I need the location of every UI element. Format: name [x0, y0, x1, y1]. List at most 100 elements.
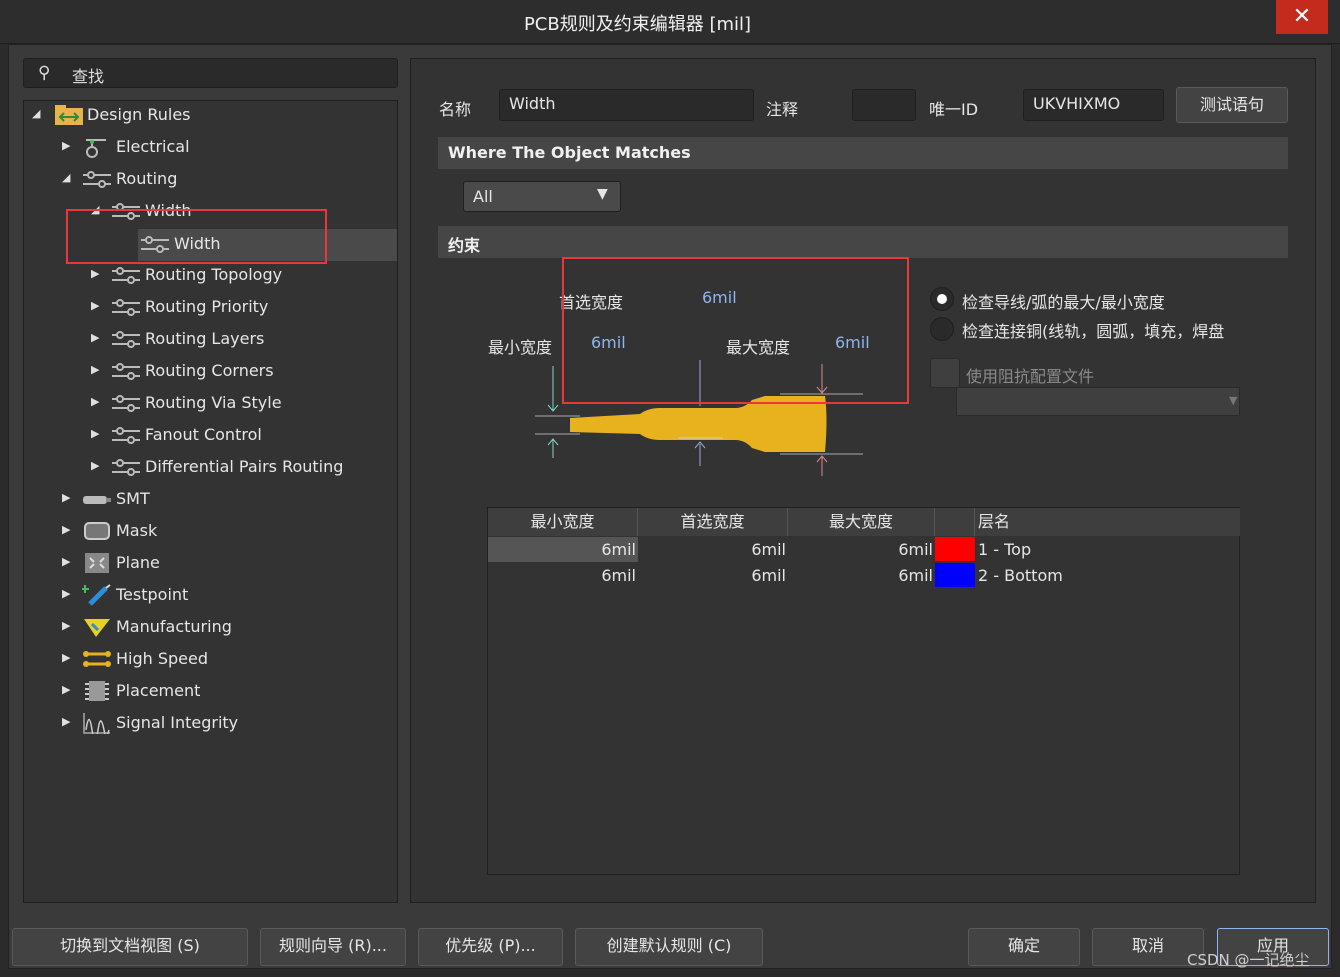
column-header-pref[interactable]: 首选宽度: [638, 508, 788, 536]
row-min[interactable]: 6mil: [488, 537, 636, 563]
tree-item-routing-topology[interactable]: ▶ Routing Topology: [89, 260, 389, 290]
tree-item-label: SMT: [116, 489, 150, 508]
tree-item-label: Routing Via Style: [145, 393, 282, 412]
priority-button[interactable]: 优先级 (P)...: [418, 928, 563, 966]
impedance-checkbox[interactable]: [930, 358, 960, 388]
testpoint-icon: [82, 584, 111, 606]
name-label: 名称: [439, 100, 472, 119]
comment-input[interactable]: [852, 89, 916, 121]
create-default-rules-button[interactable]: 创建默认规则 (C): [575, 928, 763, 966]
option-check-copper-label: 检查连接铜(线轨，圆弧，填充，焊盘: [962, 322, 1225, 341]
tree-item-signal-integrity[interactable]: ▶ Signal Integrity: [60, 708, 360, 738]
tree-item-placement[interactable]: ▶ Placement: [60, 676, 360, 706]
layer-color-swatch: [935, 563, 975, 587]
tree-item-label: Placement: [116, 681, 201, 700]
comment-label: 注释: [766, 100, 799, 119]
rule-wizard-button[interactable]: 规则向导 (R)...: [260, 928, 406, 966]
name-input[interactable]: Width: [499, 89, 754, 121]
plane-icon: [85, 553, 109, 573]
expand-arrow-icon[interactable]: ▶: [91, 363, 99, 376]
expand-arrow-icon[interactable]: ▶: [91, 299, 99, 312]
tree-item-testpoint[interactable]: ▶ Testpoint: [60, 580, 360, 610]
match-dropdown-value: All: [473, 187, 493, 206]
expand-arrow-icon[interactable]: ▶: [91, 427, 99, 440]
tree-item-routing-corners[interactable]: ▶ Routing Corners: [89, 356, 389, 386]
impedance-label: 使用阻抗配置文件: [966, 367, 1095, 386]
high-speed-icon: [83, 651, 111, 667]
radio-check-width[interactable]: [930, 287, 954, 311]
tree-item-high-speed[interactable]: ▶ High Speed: [60, 644, 360, 674]
column-header-min[interactable]: 最小宽度: [488, 508, 638, 536]
radio-check-copper[interactable]: [930, 317, 954, 341]
tree-item-label: Electrical: [116, 137, 190, 156]
match-dropdown[interactable]: All ▼: [463, 181, 621, 212]
row-max[interactable]: 6mil: [788, 563, 933, 589]
row-max[interactable]: 6mil: [788, 537, 933, 563]
uid-input[interactable]: UKVHIXMO: [1023, 89, 1164, 121]
routing-icon: [112, 267, 140, 284]
routing-icon: [112, 299, 140, 316]
routing-icon: [112, 427, 140, 444]
expand-arrow-icon[interactable]: ▶: [91, 331, 99, 344]
collapse-arrow-icon[interactable]: ◢: [32, 107, 40, 120]
tree-item-diff-pairs-routing[interactable]: ▶ Differential Pairs Routing: [89, 452, 389, 482]
routing-icon: [83, 171, 111, 188]
tree-item-routing-layers[interactable]: ▶ Routing Layers: [89, 324, 389, 354]
expand-arrow-icon[interactable]: ▶: [62, 651, 70, 664]
tree-item-mask[interactable]: ▶ Mask: [60, 516, 360, 546]
signal-integrity-icon: [83, 713, 110, 734]
tree-item-label: Routing Priority: [145, 297, 269, 316]
expand-arrow-icon[interactable]: ▶: [62, 683, 70, 696]
expand-arrow-icon[interactable]: ▶: [62, 555, 70, 568]
tree-item-routing-via-style[interactable]: ▶ Routing Via Style: [89, 388, 389, 418]
row-pref[interactable]: 6mil: [638, 537, 786, 563]
expand-arrow-icon[interactable]: ▶: [91, 395, 99, 408]
row-pref[interactable]: 6mil: [638, 563, 786, 589]
expand-arrow-icon[interactable]: ▶: [91, 267, 99, 280]
search-input[interactable]: 查找: [72, 63, 104, 87]
search-icon: ⚲: [38, 63, 51, 83]
row-min[interactable]: 6mil: [488, 563, 636, 589]
tree-item-routing-priority[interactable]: ▶ Routing Priority: [89, 292, 389, 322]
tree-item-label: Differential Pairs Routing: [145, 457, 344, 476]
expand-arrow-icon[interactable]: ▶: [91, 459, 99, 472]
column-header-max[interactable]: 最大宽度: [788, 508, 935, 536]
column-header-color[interactable]: [935, 508, 975, 536]
tree-item-fanout-control[interactable]: ▶ Fanout Control: [89, 420, 389, 450]
collapse-arrow-icon[interactable]: ◢: [62, 171, 70, 184]
tree-item-label: High Speed: [116, 649, 209, 668]
tree-item-label: Signal Integrity: [116, 713, 239, 732]
routing-icon: [112, 363, 140, 380]
mask-icon: [84, 522, 110, 540]
switch-document-view-button[interactable]: 切换到文档视图 (S): [12, 928, 248, 966]
expand-arrow-icon[interactable]: ▶: [62, 139, 70, 152]
expand-arrow-icon[interactable]: ▶: [62, 587, 70, 600]
ok-button[interactable]: 确定: [968, 928, 1080, 966]
expand-arrow-icon[interactable]: ▶: [62, 491, 70, 504]
where-header: Where The Object Matches: [438, 137, 1288, 169]
uid-label: 唯一ID: [929, 100, 979, 119]
tree-item-plane[interactable]: ▶ Plane: [60, 548, 360, 578]
close-button[interactable]: ✕: [1276, 0, 1328, 34]
tree-item-smt[interactable]: ▶ SMT: [60, 484, 360, 514]
tree-item-routing[interactable]: ◢ Routing: [60, 164, 360, 194]
tree-item-electrical[interactable]: ▶ Electrical: [60, 132, 360, 162]
expand-arrow-icon[interactable]: ▶: [62, 523, 70, 536]
column-header-layer[interactable]: 层名: [975, 508, 1240, 536]
tree-item-design-rules[interactable]: ◢ Design Rules: [30, 100, 330, 130]
impedance-profile-dropdown[interactable]: ▼: [956, 387, 1240, 416]
expand-arrow-icon[interactable]: ▶: [62, 715, 70, 728]
expand-arrow-icon[interactable]: ▶: [62, 619, 70, 632]
highlight-box: [562, 257, 909, 404]
electrical-icon: [86, 139, 106, 158]
routing-icon: [112, 395, 140, 412]
search-box[interactable]: ⚲ 查找: [23, 58, 398, 88]
tree-item-label: Routing Corners: [145, 361, 274, 380]
tree-item-manufacturing[interactable]: ▶ Manufacturing: [60, 612, 360, 642]
highlight-box: [66, 209, 327, 264]
folder-rules-icon: [55, 105, 83, 125]
row-layer: 1 - Top: [978, 540, 1032, 559]
test-query-button[interactable]: 测试语句: [1176, 87, 1288, 123]
tree-item-label: Routing Topology: [145, 265, 283, 284]
placement-icon: [85, 681, 109, 701]
